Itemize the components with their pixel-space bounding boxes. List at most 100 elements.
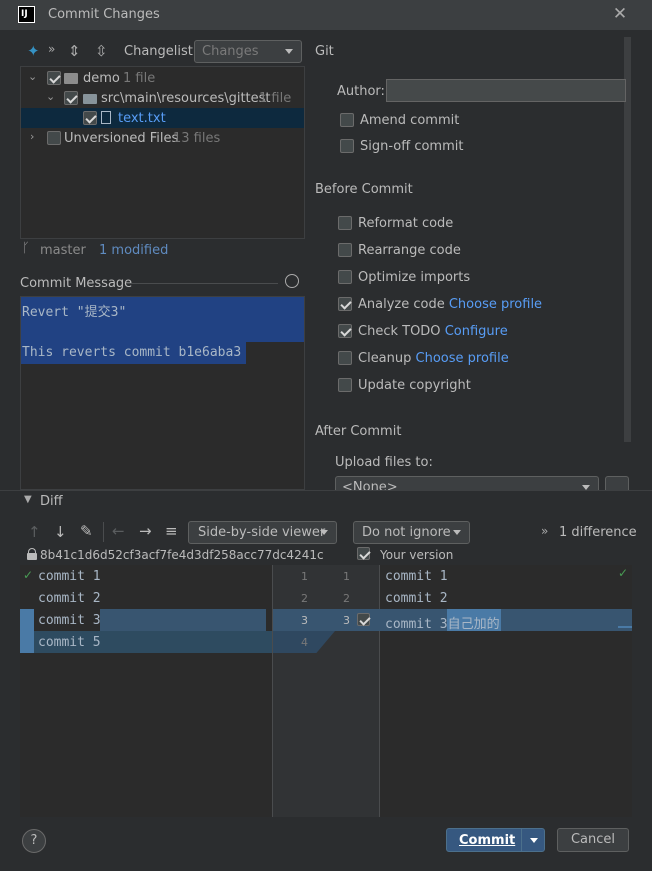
help-label: ?: [30, 833, 38, 848]
todo-configure-link[interactable]: Configure: [445, 324, 508, 339]
chevron-down-icon[interactable]: [530, 838, 538, 847]
demo-meta: 1 file: [123, 71, 156, 86]
right-number-2: 2: [343, 592, 350, 605]
left-gutter-marker: [20, 609, 34, 653]
cleanup-row: Cleanup Choose profile: [358, 351, 509, 366]
file-list-icon[interactable]: ≡: [165, 522, 178, 540]
unversioned-name: Unversioned Files: [64, 131, 179, 146]
rearrange-checkbox[interactable]: [338, 243, 352, 257]
rearrange-label[interactable]: Rearrange code: [358, 243, 461, 258]
reformat-label[interactable]: Reformat code: [358, 216, 453, 231]
chevron-right-icon[interactable]: ›: [30, 130, 34, 143]
cleanup-profile-link[interactable]: Choose profile: [416, 351, 509, 366]
diff-gutter: 1 2 3 4 1 2 3: [272, 565, 381, 817]
optimize-label[interactable]: Optimize imports: [358, 270, 470, 285]
ok-check-icon: ✓: [618, 566, 629, 580]
commit-button[interactable]: Commit: [446, 828, 545, 852]
analyze-label[interactable]: Analyze code: [358, 297, 445, 312]
cleanup-checkbox[interactable]: [338, 351, 352, 365]
amend-checkbox[interactable]: [340, 113, 354, 127]
unversioned-meta: 13 files: [173, 131, 221, 146]
right-number-3: 3: [343, 614, 350, 627]
signoff-checkbox[interactable]: [340, 139, 354, 153]
ok-check-icon: ✓: [23, 568, 34, 582]
label-separator: [126, 283, 278, 284]
right-line-1: commit 1: [385, 569, 448, 584]
right-number-1: 1: [343, 570, 350, 583]
next-diff-icon[interactable]: ↓: [54, 523, 67, 541]
edit-source-icon[interactable]: ✎: [80, 522, 93, 540]
refresh-changes-icon[interactable]: ✦: [27, 42, 40, 60]
chevron-down-icon[interactable]: ⌄: [46, 90, 55, 103]
git-section-title: Git: [315, 44, 334, 59]
diff-left-pane[interactable]: ✓ commit 1 commit 2 commit 3 commit 5: [20, 565, 272, 817]
cleanup-label[interactable]: Cleanup: [358, 351, 411, 366]
todo-row: Check TODO Configure: [358, 324, 508, 339]
forward-arrow-icon[interactable]: →: [139, 522, 152, 540]
changes-tree: ⌄ demo 1 file ⌄ src\main\resources\gitte…: [20, 66, 305, 239]
viewer-value: Side-by-side viewer: [198, 525, 326, 540]
right-change-marker: [618, 626, 632, 628]
folder-icon: [83, 94, 97, 104]
tree-row-unversioned[interactable]: › Unversioned Files 13 files: [21, 128, 304, 148]
branch-name: master: [40, 243, 86, 258]
more-actions-icon[interactable]: »: [48, 42, 55, 56]
your-version-checkbox[interactable]: [357, 547, 370, 560]
reformat-checkbox[interactable]: [338, 216, 352, 230]
left-number-3: 3: [301, 614, 308, 627]
todo-checkbox[interactable]: [338, 324, 352, 338]
upload-browse-button[interactable]: [605, 476, 629, 490]
message-line-3: This reverts commit b1e6aba3: [22, 345, 242, 360]
changelist-select[interactable]: Changes: [194, 40, 302, 63]
branch-icon: ᚴ: [22, 241, 30, 256]
tree-row-file[interactable]: text.txt: [21, 108, 304, 128]
more-icon[interactable]: »: [541, 524, 548, 538]
collapse-all-icon[interactable]: ⇳: [95, 42, 108, 60]
back-arrow-icon[interactable]: ←: [112, 522, 125, 540]
modified-count[interactable]: 1 modified: [99, 243, 168, 258]
chevron-down-icon[interactable]: ⌄: [28, 70, 37, 83]
expand-all-icon[interactable]: ⇕: [68, 42, 81, 60]
upload-select[interactable]: <None>: [335, 476, 599, 490]
folder-checkbox[interactable]: [64, 91, 78, 105]
tree-row-demo[interactable]: ⌄ demo 1 file: [21, 68, 304, 88]
diff-collapse-icon[interactable]: ▼: [24, 494, 32, 505]
commit-message-editor[interactable]: Revert "提交3" This reverts commit b1e6aba…: [20, 296, 305, 490]
author-input[interactable]: [386, 79, 626, 102]
lock-icon-body: [27, 553, 37, 560]
amend-label[interactable]: Amend commit: [360, 113, 459, 128]
optimize-checkbox[interactable]: [338, 270, 352, 284]
unversioned-checkbox[interactable]: [47, 131, 61, 145]
upload-label: Upload files to:: [335, 455, 433, 470]
folder-name: src\main\resources\gittest: [101, 91, 271, 106]
todo-label[interactable]: Check TODO: [358, 324, 441, 339]
tree-row-folder[interactable]: ⌄ src\main\resources\gittest 1 file: [21, 88, 304, 108]
left-line-1: commit 1: [38, 569, 101, 584]
copyright-label[interactable]: Update copyright: [358, 378, 471, 393]
file-checkbox[interactable]: [83, 111, 97, 125]
analyze-checkbox[interactable]: [338, 297, 352, 311]
upload-select-clip: <None>: [335, 476, 631, 490]
cancel-button[interactable]: Cancel: [557, 828, 629, 852]
before-commit-title: Before Commit: [315, 182, 413, 197]
history-clock-icon[interactable]: [285, 274, 299, 288]
analyze-profile-link[interactable]: Choose profile: [449, 297, 542, 312]
help-button[interactable]: ?: [22, 829, 46, 853]
close-icon[interactable]: ✕: [612, 6, 628, 23]
title-bar: IJ Commit Changes ✕: [0, 0, 652, 30]
changelist-value: Changes: [202, 44, 259, 59]
revision-hash: 8b41c1d6d52cf3acf7fe4d3df258acc77dc4241c: [40, 548, 324, 562]
cancel-label: Cancel: [570, 832, 616, 847]
prev-diff-icon[interactable]: ↑: [28, 523, 41, 541]
signoff-label[interactable]: Sign-off commit: [360, 139, 463, 154]
left-line-4: commit 5: [38, 635, 101, 650]
diff-right-pane[interactable]: ✓ commit 1 commit 2 commit 3自己加的: [380, 565, 632, 817]
include-change-checkbox[interactable]: [357, 613, 370, 626]
viewer-select[interactable]: Side-by-side viewer: [188, 521, 337, 544]
difference-count: 1 difference: [559, 525, 637, 540]
whitespace-select[interactable]: Do not ignore: [353, 521, 470, 544]
message-line-1: Revert "提交3": [22, 305, 127, 320]
copyright-checkbox[interactable]: [338, 378, 352, 392]
demo-checkbox[interactable]: [47, 71, 61, 85]
window-title: Commit Changes: [48, 7, 160, 22]
